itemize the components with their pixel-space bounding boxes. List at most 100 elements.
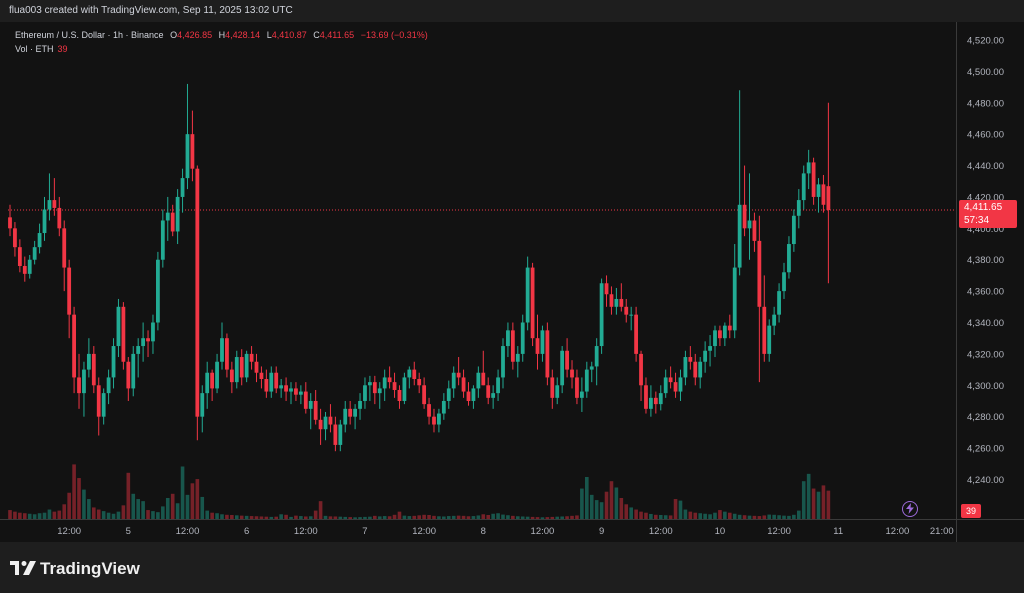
volume-bar [683, 509, 688, 519]
volume-bar [762, 515, 767, 519]
volume-bar [32, 514, 37, 519]
x-tick-label: 9 [599, 526, 604, 537]
x-tick-label: 12:00 [767, 526, 791, 537]
candle-body [313, 400, 318, 420]
volume-bar [269, 516, 274, 519]
candle-body [609, 294, 614, 307]
volume-bar [358, 517, 362, 519]
candle-body [417, 379, 422, 386]
volume-bar [801, 481, 806, 519]
volume-bar [230, 515, 234, 519]
candle-body [215, 361, 219, 389]
candle-body [555, 385, 560, 398]
candle-body [732, 267, 737, 331]
candle-body [594, 346, 599, 367]
candle-body [742, 204, 747, 229]
volume-bar [323, 515, 328, 519]
symbol-title[interactable]: Ethereum / U.S. Dollar · 1h · Binance [15, 30, 164, 40]
bar-countdown: 57:34 [964, 215, 990, 226]
candle-body [67, 267, 72, 315]
volume-bar [545, 517, 550, 519]
bolt-icon[interactable] [902, 501, 918, 517]
candle-body [698, 361, 703, 378]
candle-body [136, 346, 141, 354]
x-tick-label: 12:00 [649, 526, 673, 537]
volume-bar [190, 483, 195, 519]
volume-bar [284, 514, 288, 519]
volume-bar [225, 514, 229, 519]
y-tick-label: 4,460.00 [967, 130, 1004, 141]
candle-body [806, 162, 811, 174]
volume-bar [634, 509, 638, 519]
volume-bar [520, 516, 525, 519]
volume-bar [407, 516, 412, 519]
volume-bar [589, 494, 594, 519]
volume-bar [377, 516, 382, 519]
candle-body [13, 228, 17, 248]
volume-bar [718, 510, 722, 519]
candle-body [160, 220, 165, 260]
low-value: 4,410.87 [271, 30, 307, 40]
volume-bar [797, 510, 801, 519]
volume-bar [220, 514, 224, 519]
volume-bar [580, 488, 584, 519]
legend-volume-row: Vol · ETH 39 [15, 42, 428, 56]
volume-bar [387, 516, 392, 519]
candle-body [791, 215, 796, 245]
volume-bar [146, 510, 150, 519]
x-tick-label: 7 [362, 526, 367, 537]
candle-body [589, 366, 594, 370]
candle-body [506, 330, 510, 347]
candle-body [708, 346, 712, 351]
candle-body [195, 168, 200, 417]
candle-body [634, 314, 639, 354]
candle-body [86, 353, 91, 370]
candle-body [254, 361, 259, 373]
candle-body [151, 322, 155, 342]
y-tick-label: 4,380.00 [967, 255, 1004, 266]
candle-body [727, 325, 732, 331]
x-tick-label: 12:00 [886, 526, 910, 537]
volume-bar [442, 516, 446, 519]
volume-bar [594, 500, 599, 519]
candle-body [703, 350, 708, 362]
tradingview-logo-icon [10, 561, 36, 575]
volume-bar [649, 513, 653, 519]
candle-body [22, 266, 27, 274]
candle-body [762, 306, 767, 354]
volume-bar [471, 516, 476, 519]
volume-bar [654, 514, 658, 519]
candle-body [486, 385, 491, 398]
candle-body [688, 357, 693, 362]
volume-bar [392, 514, 397, 519]
volume-bar [412, 515, 417, 519]
candle-body [294, 388, 298, 395]
volume-bar [816, 491, 821, 519]
volume-bar [752, 515, 757, 519]
candle-body [757, 240, 762, 307]
candle-body [101, 393, 106, 417]
volume-label[interactable]: Vol · ETH [15, 44, 54, 54]
candle-body [402, 377, 407, 401]
chart-area[interactable]: 4,520.00 4,500.00 4,480.00 4,460.00 4,440.00… [0, 22, 1024, 542]
candle-body [801, 173, 806, 201]
candle-body [668, 377, 673, 383]
candle-body [372, 382, 377, 394]
candle-body [683, 357, 688, 378]
volume-bar [52, 511, 57, 519]
volume-bar [486, 515, 491, 519]
volume-bar [456, 515, 461, 519]
candle-body [131, 353, 136, 389]
candle-body [17, 247, 22, 266]
volume-bar [13, 511, 17, 519]
volume-bar [210, 512, 214, 519]
candle-body [318, 419, 323, 430]
candlestick-chart[interactable]: 4,520.00 4,500.00 4,480.00 4,460.00 4,440.00… [0, 22, 1024, 542]
candle-body [200, 393, 205, 417]
candle-body [796, 200, 801, 216]
candle-body [62, 228, 67, 268]
volume-bar [343, 516, 348, 519]
candle-body [491, 393, 496, 398]
volume-bar [742, 515, 747, 519]
volume-bar [57, 510, 62, 519]
